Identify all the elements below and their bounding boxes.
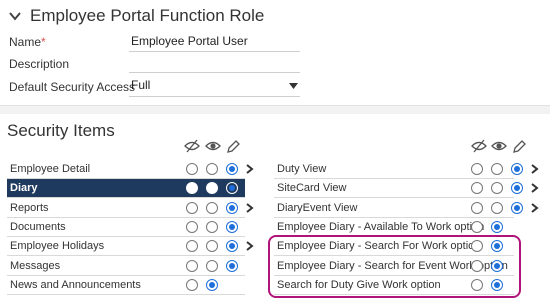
security-item-label: Employee Diary - Available To Work optio… [277,221,485,233]
hide-radio[interactable] [186,221,198,233]
edit-radio[interactable] [226,240,238,252]
hide-radio[interactable] [186,260,198,272]
hide-radio[interactable] [186,279,198,291]
hide-radio[interactable] [186,163,198,175]
hide-radio[interactable] [471,202,483,214]
eye-icon [205,141,221,151]
view-radio[interactable] [206,240,218,252]
view-radio[interactable] [491,182,503,194]
security-item-label: Employee Holidays [10,240,105,252]
chevron-right-icon[interactable] [531,203,539,213]
security-item-search-for-duty-give-work[interactable]: Search for Duty Give Work option [274,276,514,295]
dropdown-arrow-icon[interactable] [289,83,298,89]
hide-radio[interactable] [471,260,483,272]
view-radio[interactable] [206,221,218,233]
security-item-label: Reports [10,202,49,214]
eye-icon [491,141,507,151]
view-radio[interactable] [491,240,503,252]
security-item-reports[interactable]: Reports [7,199,254,218]
chevron-down-icon[interactable] [8,9,22,23]
security-item-label: Employee Diary - Search For Work option [277,240,481,252]
security-item-employee-holidays[interactable]: Employee Holidays [7,237,254,256]
hide-radio[interactable] [471,240,483,252]
role-details-panel: Employee Portal Function Role Name* Empl… [0,0,550,106]
view-radio[interactable] [206,202,218,214]
panel-title: Employee Portal Function Role [30,6,265,25]
description-label: Description [9,57,70,71]
security-item-documents[interactable]: Documents [7,218,245,237]
hide-radio[interactable] [186,240,198,252]
security-item-label: SiteCard View [277,182,347,194]
security-item-label: News and Announcements [10,279,141,291]
name-label: Name* [9,35,46,49]
security-item-duty-view[interactable]: Duty View [274,160,539,179]
view-radio[interactable] [491,221,503,233]
default-security-access-select[interactable]: Full [129,78,300,97]
security-item-search-for-work[interactable]: Employee Diary - Search For Work option [274,237,514,256]
security-item-news-and-announcements[interactable]: News and Announcements [7,276,245,295]
view-radio[interactable] [206,182,218,194]
default-security-access-label: Default Security Access [9,80,136,94]
security-item-diary[interactable]: Diary [7,179,254,198]
security-item-employee-detail[interactable]: Employee Detail [7,160,254,179]
edit-radio[interactable] [511,202,523,214]
section-divider [0,106,550,114]
view-radio[interactable] [206,163,218,175]
chevron-right-icon[interactable] [246,203,254,213]
security-item-available-to-work[interactable]: Employee Diary - Available To Work optio… [274,218,514,237]
security-item-label: DiaryEvent View [277,202,358,214]
security-item-label: Messages [10,260,61,272]
panel-header[interactable]: Employee Portal Function Role [8,6,264,26]
hide-radio[interactable] [186,202,198,214]
view-radio[interactable] [491,202,503,214]
hide-radio[interactable] [186,182,198,194]
edit-radio[interactable] [226,163,238,175]
view-radio[interactable] [491,163,503,175]
security-item-messages[interactable]: Messages [7,257,245,276]
pencil-icon [513,140,526,153]
hide-radio[interactable] [471,163,483,175]
security-item-label: Diary [10,182,38,194]
security-item-diaryevent-view[interactable]: DiaryEvent View [274,199,539,218]
view-radio[interactable] [491,260,503,272]
chevron-right-icon[interactable] [246,183,254,193]
view-radio[interactable] [206,279,218,291]
security-items-title: Security Items [7,121,115,140]
chevron-right-icon[interactable] [246,241,254,251]
chevron-right-icon[interactable] [531,183,539,193]
hide-radio[interactable] [471,279,483,291]
edit-radio[interactable] [511,163,523,175]
edit-radio[interactable] [511,182,523,194]
edit-radio[interactable] [226,202,238,214]
name-field[interactable]: Employee Portal User [129,34,300,52]
security-item-search-for-event-work[interactable]: Employee Diary - Search for Event Work o… [274,257,514,276]
edit-radio[interactable] [226,221,238,233]
view-radio[interactable] [491,279,503,291]
security-item-label: Documents [10,221,66,233]
edit-radio[interactable] [226,260,238,272]
hidden-eye-icon [471,139,487,153]
hidden-eye-icon [184,139,200,153]
view-radio[interactable] [206,260,218,272]
pencil-icon [227,140,240,153]
hide-radio[interactable] [471,221,483,233]
description-field[interactable] [129,56,300,73]
security-item-label: Duty View [277,163,327,175]
security-item-sitecard-view[interactable]: SiteCard View [274,179,539,198]
chevron-right-icon[interactable] [246,164,254,174]
security-item-label: Search for Duty Give Work option [277,279,441,291]
edit-radio[interactable] [226,182,238,194]
chevron-right-icon[interactable] [531,164,539,174]
security-item-label: Employee Detail [10,163,91,175]
hide-radio[interactable] [471,182,483,194]
default-security-access-value: Full [131,78,151,92]
